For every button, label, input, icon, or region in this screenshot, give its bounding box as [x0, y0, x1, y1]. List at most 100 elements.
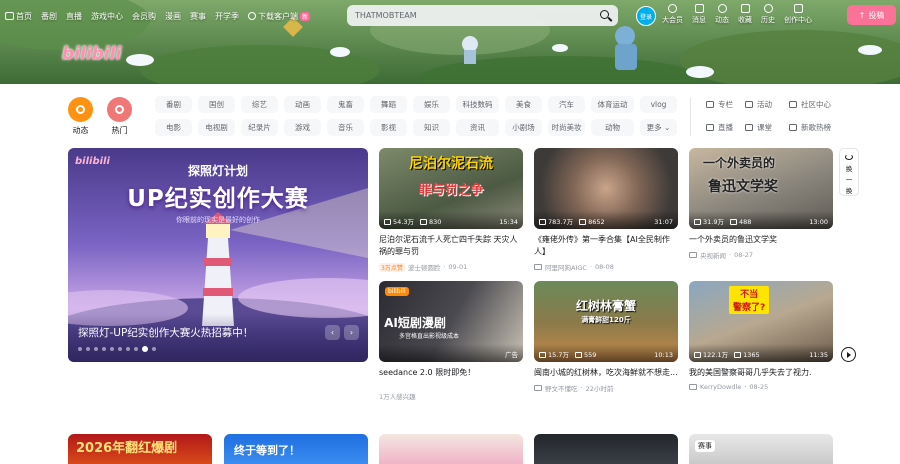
carousel-caption[interactable]: 探照灯-UP纪实创作大赛火热招募中！	[78, 325, 253, 340]
channel-row1-item[interactable]: 鬼畜	[327, 96, 364, 113]
channel-row2-item[interactable]: 电视剧	[198, 119, 235, 136]
autoplay-toggle-icon[interactable]	[841, 347, 856, 362]
channel-row2-item[interactable]: 纪录片	[241, 119, 278, 136]
video-thumbnail[interactable]: 783.7万 8652 31:07	[534, 148, 678, 229]
featured-carousel[interactable]: bilibili 探照灯计划 UP纪实创作大赛 你眼前的现实是最好的创作 探照灯…	[68, 148, 368, 362]
carousel-dot[interactable]	[126, 347, 130, 351]
side-channel-activity[interactable]: 活动	[745, 99, 772, 110]
channel-row2-item[interactable]: 时尚美妆	[548, 119, 585, 136]
danmaku-icon	[574, 352, 582, 358]
side-channel-community[interactable]: 社区中心	[789, 99, 831, 110]
carousel-dot[interactable]	[78, 347, 82, 351]
video-title[interactable]: seedance 2.0 限时即免！	[379, 367, 523, 379]
video-title[interactable]: 我的美国警察哥哥几乎失去了视力.	[689, 367, 833, 379]
nav-anime[interactable]: 番剧	[41, 11, 57, 22]
nav-vip-label: 大会员	[662, 16, 683, 24]
nav-live[interactable]: 直播	[66, 11, 82, 22]
login-avatar-button[interactable]: 登录	[636, 6, 656, 26]
ad-card[interactable]: bilibili AI短剧漫剧 多宫格直出影视级成本 广告 seedance 2…	[379, 281, 523, 401]
carousel-dot[interactable]	[134, 347, 138, 351]
video-card[interactable]: 783.7万 8652 31:07 《雍佬外传》第一季合集【AI全民制作人】 阿里阿…	[534, 148, 678, 272]
video-meta[interactable]: KerryDowdle · 08-25	[689, 383, 833, 391]
channel-row2-item[interactable]: 音乐	[327, 119, 364, 136]
bilibili-logo[interactable]: bilibili	[62, 44, 121, 64]
nav-esports[interactable]: 赛事	[190, 11, 206, 22]
upload-button[interactable]: ↑ 投稿	[847, 5, 896, 25]
video-thumbnail[interactable]: 红树林膏蟹 满膏鲜甜120斤 15.7万 559 10:13	[534, 281, 678, 362]
nav-download-client[interactable]: 下载客户端新	[248, 11, 311, 22]
play-count-icon	[384, 219, 391, 225]
side-channel-course[interactable]: 课堂	[745, 122, 772, 133]
nav-home[interactable]: 首页	[5, 11, 32, 22]
channel-row1-item[interactable]: 动画	[284, 96, 321, 113]
ad-thumbnail[interactable]: bilibili AI短剧漫剧 多宫格直出影视级成本 广告	[379, 281, 523, 362]
video-title[interactable]: 《雍佬外传》第一季合集【AI全民制作人】	[534, 234, 678, 258]
video-meta[interactable]: 3万点赞 波士顿圆脸 · 09-01	[379, 262, 523, 272]
channel-row1-item[interactable]: 娱乐	[413, 96, 450, 113]
carousel-dot[interactable]	[152, 347, 156, 351]
nav-game-center[interactable]: 游戏中心	[91, 11, 123, 22]
side-channel-live[interactable]: 直播	[706, 122, 733, 133]
carousel-dot[interactable]	[110, 347, 114, 351]
video-card[interactable]: 一个外卖员的 鲁迅文学奖 31.9万 488 13:00 一个外卖员的鲁迅文学奖 央…	[689, 148, 833, 260]
carousel-prev-button[interactable]: ‹	[325, 325, 340, 340]
channel-row2-item[interactable]: 动物	[591, 119, 634, 136]
channel-popular[interactable]: 热门	[107, 97, 132, 136]
carousel-dot[interactable]	[86, 347, 90, 351]
video-card[interactable]: 不当 警察了? 122.1万 1365 11:35 我的美国警察哥哥几乎失去了视力.…	[689, 281, 833, 391]
right-navigation: 大会员 消息 动态 收藏 历史 创作中心	[662, 4, 812, 25]
video-meta[interactable]: 阿里阿狗AIGC · 08-08	[534, 262, 678, 272]
nav-creator-center[interactable]: 创作中心	[784, 4, 812, 25]
channel-row2-item[interactable]: 游戏	[284, 119, 321, 136]
view-count: 122.1万	[703, 351, 729, 359]
channel-row2-item[interactable]: 更多 ⌄	[640, 119, 677, 136]
search-icon[interactable]	[600, 10, 609, 19]
nav-manga[interactable]: 漫画	[165, 11, 181, 22]
channel-row2-item[interactable]: 小剧场	[505, 119, 542, 136]
video-meta[interactable]: 央视新闻 · 08-27	[689, 250, 833, 260]
channel-row2-item[interactable]: 资讯	[456, 119, 499, 136]
video-card[interactable]: 尼泊尔泥石流 罪与罚之争 54.3万 830 15:34 尼泊尔泥石流千人死亡四千失…	[379, 148, 523, 272]
nav-mall[interactable]: 会员购	[132, 11, 156, 22]
nav-messages[interactable]: 消息	[692, 4, 706, 25]
channel-row1-item[interactable]: vlog	[640, 96, 677, 113]
nav-back-to-school[interactable]: 开学季	[215, 11, 239, 22]
video-thumbnail[interactable]: 尼泊尔泥石流 罪与罚之争 54.3万 830 15:34	[379, 148, 523, 229]
carousel-dot-active[interactable]	[142, 346, 148, 352]
channel-row1-item[interactable]: 科技数码	[456, 96, 499, 113]
channel-row1-item[interactable]: 番剧	[155, 96, 192, 113]
channel-row1-item[interactable]: 体育运动	[591, 96, 634, 113]
video-duration: 10:13	[654, 351, 673, 359]
nav-favorites[interactable]: 收藏	[738, 4, 752, 25]
video-thumbnail[interactable]: 一个外卖员的 鲁迅文学奖 31.9万 488 13:00	[689, 148, 833, 229]
side-channel-new-songs[interactable]: 新歌热榜	[789, 122, 831, 133]
side-channel-column[interactable]: 专栏	[706, 99, 733, 110]
video-meta[interactable]: 野文不懂吃 · 22小时前	[534, 383, 678, 393]
video-thumbnail[interactable]: 不当 警察了? 122.1万 1365 11:35	[689, 281, 833, 362]
channel-row2-item[interactable]: 影视	[370, 119, 407, 136]
carousel-next-button[interactable]: ›	[344, 325, 359, 340]
channel-dynamics[interactable]: 动态	[68, 97, 93, 136]
carousel-dot[interactable]	[118, 347, 122, 351]
channel-row1-item[interactable]: 舞蹈	[370, 96, 407, 113]
nav-messages-label: 消息	[692, 16, 706, 24]
channel-row2-item[interactable]: 知识	[413, 119, 450, 136]
channel-row1-item[interactable]: 国创	[198, 96, 235, 113]
channel-row2-item[interactable]: 电影	[155, 119, 192, 136]
video-title[interactable]: 一个外卖员的鲁迅文学奖	[689, 234, 833, 246]
carousel-dot[interactable]	[94, 347, 98, 351]
nav-vip[interactable]: 大会员	[662, 4, 683, 25]
channel-row1-item[interactable]: 综艺	[241, 96, 278, 113]
nav-history[interactable]: 历史	[761, 4, 775, 25]
search-input[interactable]	[355, 11, 585, 20]
video-title[interactable]: 闽南小城的红树林，吃次海鲜就不想走...	[534, 367, 678, 379]
nav-dynamics[interactable]: 动态	[715, 4, 729, 25]
refresh-icon	[845, 154, 853, 160]
video-card[interactable]: 红树林膏蟹 满膏鲜甜120斤 15.7万 559 10:13 闽南小城的红树林，吃次…	[534, 281, 678, 393]
carousel-dot[interactable]	[102, 347, 106, 351]
channel-row1-item[interactable]: 美食	[505, 96, 542, 113]
video-title[interactable]: 尼泊尔泥石流千人死亡四千失踪 天灾人祸的罪与罚	[379, 234, 523, 258]
refresh-feed-button[interactable]: 换 一 换	[839, 148, 859, 196]
nav-history-label: 历史	[761, 16, 775, 24]
channel-row1-item[interactable]: 汽车	[548, 96, 585, 113]
